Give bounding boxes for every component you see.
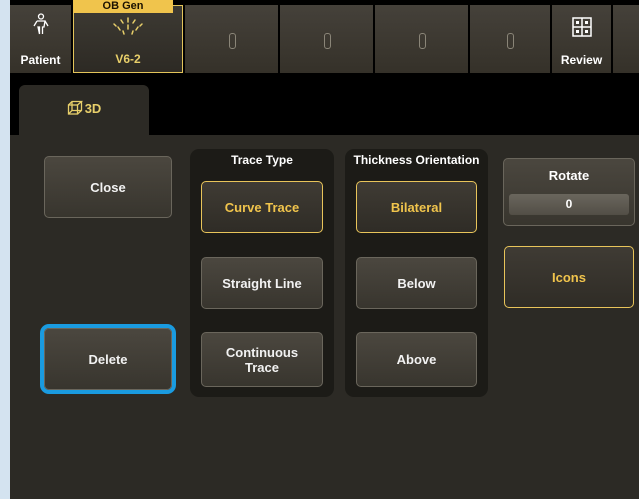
icons-button[interactable]: Icons [504, 246, 634, 308]
rotate-label: Rotate [548, 168, 590, 183]
empty-slot-2[interactable] [280, 5, 373, 73]
below-label: Below [397, 275, 436, 291]
close-button-label: Close [90, 179, 126, 195]
tab-3d-label: 3D [84, 101, 102, 116]
thickness-orientation-title: Thickness Orientation [353, 153, 480, 167]
sunburst-icon [74, 16, 182, 43]
below-button[interactable]: Below [356, 257, 477, 309]
delete-button-label: Delete [88, 351, 128, 367]
straight-line-label: Straight Line [222, 275, 302, 291]
rotate-value[interactable]: 0 [509, 194, 629, 215]
probe-slot-icon [323, 33, 331, 49]
edge-button[interactable] [613, 5, 639, 73]
bilateral-label: Bilateral [390, 199, 443, 215]
curve-trace-label: Curve Trace [224, 199, 300, 215]
icons-label: Icons [552, 269, 586, 285]
empty-slot-3[interactable] [375, 5, 468, 73]
tab-3d[interactable]: 3D [19, 85, 149, 138]
above-label: Above [396, 352, 437, 367]
probe-label: V6-2 [115, 52, 141, 66]
empty-slot-1[interactable] [185, 5, 278, 73]
continuous-trace-button[interactable]: Continuous Trace [201, 332, 323, 387]
person-icon [10, 13, 71, 38]
close-button[interactable]: Close [44, 156, 172, 218]
probe-preset-tag: OB Gen [73, 0, 173, 13]
trace-type-title: Trace Type [231, 153, 293, 167]
straight-line-button[interactable]: Straight Line [201, 257, 323, 309]
grid-icon [552, 17, 611, 40]
probe-slot-icon [228, 33, 236, 49]
probe-button[interactable]: V6-2 [73, 5, 183, 73]
cube-icon [67, 100, 83, 119]
probe-slot-icon [418, 33, 426, 49]
patient-button[interactable]: Patient [10, 5, 71, 73]
bilateral-button[interactable]: Bilateral [356, 181, 477, 233]
rotate-control[interactable]: Rotate 0 [503, 158, 635, 226]
delete-button[interactable]: Delete [44, 328, 172, 390]
curve-trace-button[interactable]: Curve Trace [201, 181, 323, 233]
review-label: Review [560, 53, 603, 67]
continuous-trace-label: Continuous Trace [225, 344, 299, 375]
empty-slot-4[interactable] [470, 5, 550, 73]
review-button[interactable]: Review [552, 5, 611, 73]
patient-label: Patient [20, 53, 61, 67]
probe-slot-icon [507, 33, 514, 49]
above-button[interactable]: Above [356, 332, 477, 387]
ultrasound-screen: Patient V6-2 Review OB Gen 3D Close Dele… [0, 0, 639, 499]
